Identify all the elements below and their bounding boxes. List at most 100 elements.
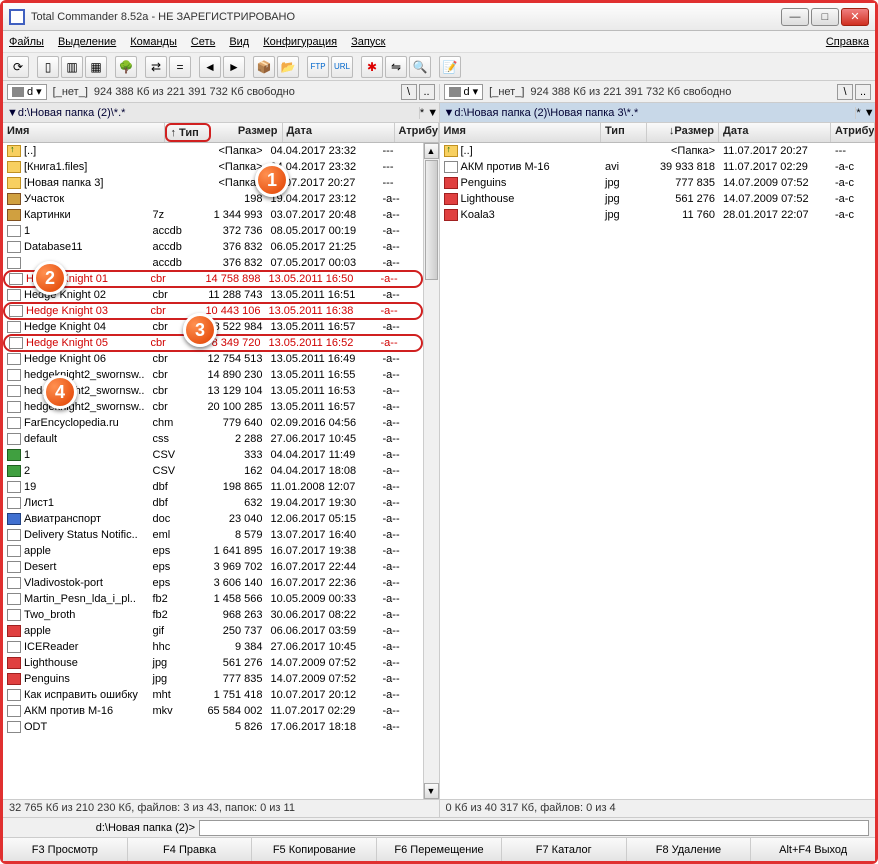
forward-icon[interactable]: ►: [223, 56, 245, 78]
menu-mark[interactable]: Выделение: [58, 36, 116, 48]
menu-config[interactable]: Конфигурация: [263, 36, 337, 48]
altf4-button[interactable]: Alt+F4 Выход: [751, 838, 875, 861]
scrollbar[interactable]: ▲ ▼: [423, 143, 439, 799]
col-date[interactable]: Дата: [719, 123, 831, 142]
view-full-icon[interactable]: ▥: [61, 56, 83, 78]
file-row[interactable]: Hedge Knight 03cbr10 443 10613.05.2011 1…: [3, 302, 423, 320]
right-path[interactable]: ▼d:\Новая папка (2)\Новая папка 3\*.*: [440, 107, 856, 119]
file-row[interactable]: accdb376 83207.05.2017 00:03-a--: [3, 255, 423, 271]
col-size[interactable]: ↓Размер: [647, 123, 719, 142]
file-row[interactable]: Koala3jpg11 76028.01.2017 22:07-a-c: [440, 207, 876, 223]
minimize-button[interactable]: —: [781, 8, 809, 26]
col-date[interactable]: Дата: [283, 123, 395, 142]
file-row[interactable]: Lighthousejpg561 27614.07.2009 07:52-a-c: [440, 191, 876, 207]
file-row[interactable]: Lighthousejpg561 27614.07.2009 07:52-a--: [3, 655, 423, 671]
refresh-icon[interactable]: ⟳: [7, 56, 29, 78]
right-history-button[interactable]: * ▼: [855, 107, 875, 119]
f7-button[interactable]: F7 Каталог: [502, 838, 627, 861]
star-icon[interactable]: ✱: [361, 56, 383, 78]
sync-icon[interactable]: ⇋: [385, 56, 407, 78]
file-row[interactable]: 19dbf198 86511.01.2008 12:07-a--: [3, 479, 423, 495]
file-row[interactable]: Авиатранспортdoc23 04012.06.2017 05:15-a…: [3, 511, 423, 527]
col-size[interactable]: Размер: [211, 123, 283, 142]
col-attr[interactable]: Атрибу: [395, 123, 439, 142]
file-row[interactable]: АКМ против М-16mkv65 584 00211.07.2017 0…: [3, 703, 423, 719]
file-row[interactable]: Hedge Knight 06cbr12 754 51313.05.2011 1…: [3, 351, 423, 367]
search-icon[interactable]: 🔍: [409, 56, 431, 78]
view-brief-icon[interactable]: ▯: [37, 56, 59, 78]
file-row[interactable]: applegif250 73706.06.2017 03:59-a--: [3, 623, 423, 639]
file-row[interactable]: [..]<Папка>11.07.2017 20:27---: [440, 143, 876, 159]
col-name[interactable]: Имя: [440, 123, 602, 142]
f6-button[interactable]: F6 Перемещение: [377, 838, 502, 861]
file-row[interactable]: Vladivostok-porteps3 606 14016.07.2017 2…: [3, 575, 423, 591]
swap-icon[interactable]: ⇄: [145, 56, 167, 78]
file-row[interactable]: appleeps1 641 89516.07.2017 19:38-a--: [3, 543, 423, 559]
url-icon[interactable]: URL: [331, 56, 353, 78]
file-row[interactable]: Картинки7z1 344 99303.07.2017 20:48-a--: [3, 207, 423, 223]
menu-start[interactable]: Запуск: [351, 36, 385, 48]
file-row[interactable]: Участок19819.04.2017 23:12-a--: [3, 191, 423, 207]
f3-button[interactable]: F3 Просмотр: [3, 838, 128, 861]
file-row[interactable]: Delivery Status Notific..eml8 57913.07.2…: [3, 527, 423, 543]
tree-icon[interactable]: 🌳: [115, 56, 137, 78]
right-root-button[interactable]: \: [837, 84, 853, 100]
file-row[interactable]: Database11accdb376 83206.05.2017 21:25-a…: [3, 239, 423, 255]
ftp-icon[interactable]: FTP: [307, 56, 329, 78]
left-history-button[interactable]: * ▼: [419, 107, 439, 119]
f4-button[interactable]: F4 Правка: [128, 838, 253, 861]
menu-help[interactable]: Справка: [826, 36, 869, 48]
left-drive-select[interactable]: d▾: [7, 84, 47, 100]
file-row[interactable]: ODT5 82617.06.2017 18:18-a--: [3, 719, 423, 735]
col-ext[interactable]: Тип: [601, 123, 647, 142]
file-row[interactable]: 1CSV33304.04.2017 11:49-a--: [3, 447, 423, 463]
left-file-list[interactable]: [..]<Папка>04.04.2017 23:32---[Книга1.fi…: [3, 143, 423, 799]
unpack-icon[interactable]: 📂: [277, 56, 299, 78]
file-row[interactable]: FarEncyclopedia.ruchm779 64002.09.2016 0…: [3, 415, 423, 431]
scroll-up-icon[interactable]: ▲: [424, 143, 439, 159]
file-row[interactable]: Лист1dbf63219.04.2017 19:30-a--: [3, 495, 423, 511]
back-icon[interactable]: ◄: [199, 56, 221, 78]
target-icon[interactable]: =: [169, 56, 191, 78]
file-row[interactable]: Two_brothfb2968 26330.06.2017 08:22-a--: [3, 607, 423, 623]
file-row[interactable]: АКМ против М-16avi39 933 81811.07.2017 0…: [440, 159, 876, 175]
left-root-button[interactable]: \: [401, 84, 417, 100]
file-ext: chm: [149, 417, 195, 429]
col-name[interactable]: Имя: [3, 123, 165, 142]
scroll-thumb[interactable]: [425, 160, 438, 280]
right-file-list[interactable]: [..]<Папка>11.07.2017 20:27---АКМ против…: [440, 143, 876, 799]
file-row[interactable]: Как исправить ошибкуmht1 751 41810.07.20…: [3, 687, 423, 703]
file-row[interactable]: Penguinsjpg777 83514.07.2009 07:52-a-c: [440, 175, 876, 191]
col-ext[interactable]: ↑ Тип: [165, 123, 211, 142]
file-row[interactable]: [..]<Папка>04.04.2017 23:32---: [3, 143, 423, 159]
close-button[interactable]: ✕: [841, 8, 869, 26]
menu-commands[interactable]: Команды: [130, 36, 177, 48]
scroll-down-icon[interactable]: ▼: [424, 783, 439, 799]
file-row[interactable]: Penguinsjpg777 83514.07.2009 07:52-a--: [3, 671, 423, 687]
menu-file[interactable]: Файлы: [9, 36, 44, 48]
view-thumb-icon[interactable]: ▦: [85, 56, 107, 78]
file-row[interactable]: [Книга1.files]<Папка>04.04.2017 23:32---: [3, 159, 423, 175]
f8-button[interactable]: F8 Удаление: [627, 838, 752, 861]
file-row[interactable]: Deserteps3 969 70216.07.2017 22:44-a--: [3, 559, 423, 575]
col-attr[interactable]: Атрибу: [831, 123, 875, 142]
menu-net[interactable]: Сеть: [191, 36, 215, 48]
notepad-icon[interactable]: 📝: [439, 56, 461, 78]
cmd-input[interactable]: [199, 820, 869, 836]
maximize-button[interactable]: □: [811, 8, 839, 26]
file-row[interactable]: Martin_Pesn_lda_i_pl..fb21 458 56610.05.…: [3, 591, 423, 607]
right-drive-select[interactable]: d▾: [444, 84, 484, 100]
file-row[interactable]: 1accdb372 73608.05.2017 00:19-a--: [3, 223, 423, 239]
menu-view[interactable]: Вид: [229, 36, 249, 48]
f5-button[interactable]: F5 Копирование: [252, 838, 377, 861]
file-row[interactable]: Hedge Knight 02cbr11 288 74313.05.2011 1…: [3, 287, 423, 303]
file-row[interactable]: [Новая папка 3]<Папка>11.07.2017 20:27--…: [3, 175, 423, 191]
left-path[interactable]: ▼d:\Новая папка (2)\*.*: [3, 107, 419, 119]
pack-icon[interactable]: 📦: [253, 56, 275, 78]
file-row[interactable]: defaultcss2 28827.06.2017 10:45-a--: [3, 431, 423, 447]
file-row[interactable]: ICEReaderhhc9 38427.06.2017 10:45-a--: [3, 639, 423, 655]
titlebar[interactable]: Total Commander 8.52a - НЕ ЗАРЕГИСТРИРОВ…: [3, 3, 875, 31]
file-row[interactable]: 2CSV16204.04.2017 18:08-a--: [3, 463, 423, 479]
right-up-button[interactable]: ..: [855, 84, 871, 100]
left-up-button[interactable]: ..: [419, 84, 435, 100]
